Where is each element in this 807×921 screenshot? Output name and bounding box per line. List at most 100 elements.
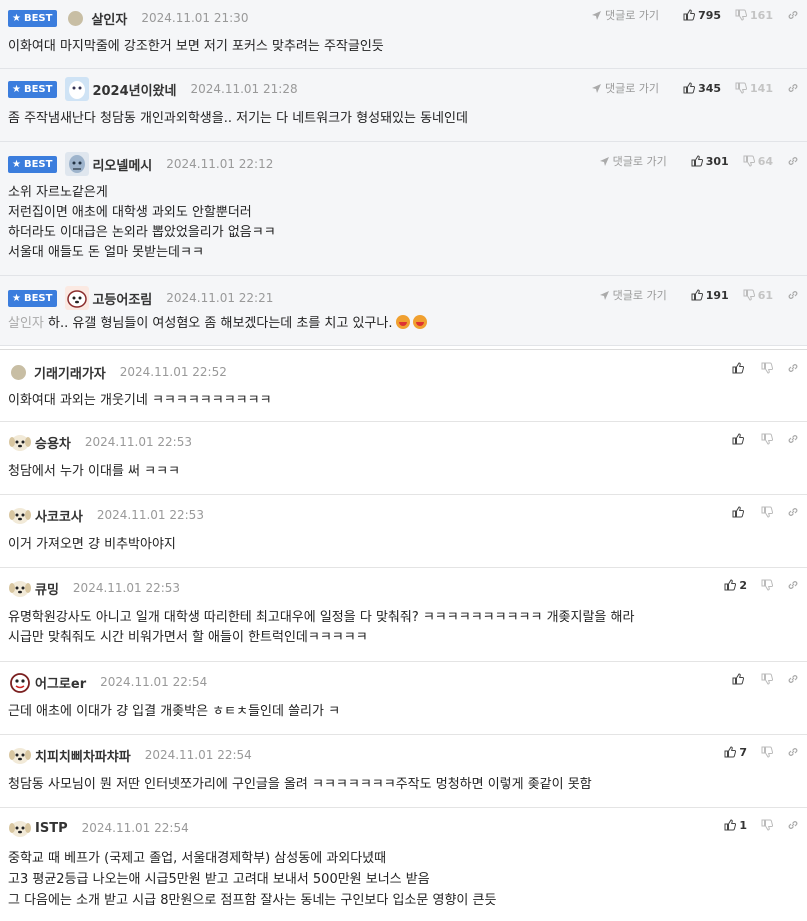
dislike-button[interactable] <box>761 506 773 518</box>
best-badge: ★ BEST <box>8 155 58 173</box>
share-link-button[interactable] <box>787 82 799 94</box>
nickname[interactable]: ISTP <box>35 821 68 836</box>
share-link-button[interactable] <box>787 9 799 21</box>
best-badge: ★ BEST <box>8 80 58 98</box>
like-button[interactable]: 795 <box>683 9 721 22</box>
star-icon: ★ <box>12 158 21 170</box>
link-icon <box>788 291 798 299</box>
nickname[interactable]: 살인자 <box>91 9 127 28</box>
share-link-button[interactable] <box>787 289 799 301</box>
nickname[interactable]: 리오넬메시 <box>92 155 152 174</box>
like-button[interactable]: 2 <box>724 579 747 592</box>
mention-nickname[interactable]: 살인자 <box>8 316 44 331</box>
dislike-count: 161 <box>750 8 773 22</box>
comment-list: ★ BEST 살인자 2024.11.01 21:30 댓글로 가기 795 16… <box>0 0 807 921</box>
share-link-button[interactable] <box>787 362 799 374</box>
comment: 치피치삐차파챠파 2024.11.01 22:54 7 청담동 사모님이 뭔 저… <box>0 735 807 808</box>
go-to-reply-link[interactable]: 댓글로 가기 <box>599 287 667 303</box>
like-count: 191 <box>705 288 729 302</box>
go-to-reply-link[interactable]: 댓글로 가기 <box>591 80 659 96</box>
dislike-button[interactable] <box>761 433 773 445</box>
ghost-avatar <box>65 77 90 101</box>
timestamp: 2024.11.01 21:30 <box>141 11 249 25</box>
link-icon <box>788 748 798 756</box>
comment: 승용차 2024.11.01 22:53 청담에서 누가 이대를 써 ㅋㅋㅋ <box>0 422 807 495</box>
dislike-button[interactable]: 161 <box>735 9 773 22</box>
dislike-button[interactable]: 141 <box>735 82 773 95</box>
comment-text-line: 유명학원강사도 아니고 일개 대학생 따리한테 최고대우에 일정을 다 맞춰줘?… <box>8 610 635 625</box>
comment-text-line: 시급만 맞춰줘도 시간 비워가면서 할 애들이 한트럭인데ㅋㅋㅋㅋㅋ <box>8 630 368 645</box>
timestamp: 2024.11.01 22:54 <box>144 748 252 762</box>
timestamp: 2024.11.01 22:53 <box>96 508 204 522</box>
nickname[interactable]: 사코코사 <box>35 506 83 525</box>
nickname[interactable]: 어그로er <box>35 673 86 692</box>
send-icon <box>591 83 601 93</box>
like-button[interactable]: 301 <box>691 155 729 168</box>
comment-text-line: 이화여대 과외는 개웃기네 ㅋㅋㅋㅋㅋㅋㅋㅋㅋㅋ <box>8 393 272 408</box>
share-link-button[interactable] <box>787 506 799 518</box>
dog-avatar <box>65 286 90 310</box>
link-icon <box>788 364 798 372</box>
comment-text-line: 그 다음에는 소개 받고 시급 8만원으로 점프함 잘사는 동네는 구인보다 입… <box>8 893 497 908</box>
messi-avatar <box>65 152 90 176</box>
link-icon <box>788 157 798 165</box>
share-link-button[interactable] <box>787 746 799 758</box>
thumbs-down-icon <box>761 506 773 518</box>
like-button[interactable] <box>732 362 747 374</box>
link-icon <box>788 84 798 92</box>
thumbs-up-icon <box>732 506 744 518</box>
comment: 기래기래가자 2024.11.01 22:52 이화여대 과외는 개웃기네 ㅋㅋ… <box>0 350 807 422</box>
dislike-button[interactable] <box>761 819 773 831</box>
nickname[interactable]: 큐밍 <box>35 579 59 598</box>
thumbs-down-icon <box>743 289 755 301</box>
thumbs-up-icon <box>724 746 737 758</box>
dislike-button[interactable] <box>761 746 773 758</box>
timestamp: 2024.11.01 22:21 <box>166 291 274 305</box>
like-button[interactable] <box>732 433 747 445</box>
like-count: 1 <box>739 818 747 832</box>
dislike-button[interactable] <box>761 579 773 591</box>
link-icon <box>788 675 798 683</box>
comment-text-line: 좀 주작냄새난다 청담동 개인과외학생을.. 저기는 다 네트워크가 형성돼있는… <box>8 111 468 126</box>
share-link-button[interactable] <box>787 433 799 445</box>
dislike-button[interactable]: 61 <box>743 289 773 302</box>
share-link-button[interactable] <box>787 155 799 167</box>
share-link-button[interactable] <box>787 673 799 685</box>
nickname[interactable]: 기래기래가자 <box>34 363 106 382</box>
comment-text-line: 중학교 때 베프가 (국제고 졸업, 서울대경제학부) 삼성동에 과외다녔때 <box>8 851 387 866</box>
nickname[interactable]: 승용차 <box>35 433 71 452</box>
like-button[interactable]: 345 <box>683 82 721 95</box>
link-icon <box>788 11 798 19</box>
share-link-button[interactable] <box>787 579 799 591</box>
like-button[interactable] <box>732 673 747 685</box>
dislike-button[interactable] <box>761 362 773 374</box>
like-count: 2 <box>739 578 747 592</box>
thumbs-down-icon <box>761 746 773 758</box>
comment-text-line: 근데 애초에 이대가 걍 입결 개좆박은 ㅎㅌㅊ들인데 쓸리가 ㅋ <box>8 704 341 719</box>
nickname[interactable]: 2024년이왔네 <box>92 80 176 99</box>
comment: 큐밍 2024.11.01 22:53 2 유명학원강사도 아니고 일개 대학생… <box>0 568 807 662</box>
like-button[interactable]: 1 <box>724 819 747 832</box>
comment-text-line: 이화여대 마지막줄에 강조한거 보면 저기 포커스 맞추려는 주작글인듯 <box>8 39 384 54</box>
dislike-count: 61 <box>757 288 773 302</box>
timestamp: 2024.11.01 22:53 <box>72 581 181 595</box>
nickname[interactable]: 치피치삐차파챠파 <box>35 746 131 765</box>
nickname[interactable]: 고등어조림 <box>92 289 152 308</box>
go-to-reply-link[interactable]: 댓글로 가기 <box>591 7 659 23</box>
go-to-reply-link[interactable]: 댓글로 가기 <box>599 153 667 169</box>
thumbs-down-icon <box>743 155 755 167</box>
star-icon: ★ <box>12 83 21 95</box>
dislike-button[interactable]: 64 <box>743 155 773 168</box>
dislike-button[interactable] <box>761 673 773 685</box>
like-button[interactable]: 7 <box>724 746 747 759</box>
best-badge: ★ BEST <box>8 9 58 27</box>
dot-avatar <box>68 10 84 26</box>
dislike-count: 64 <box>757 154 773 168</box>
like-count: 795 <box>698 8 722 22</box>
share-link-button[interactable] <box>787 819 799 831</box>
comment: 어그로er 2024.11.01 22:54 근데 애초에 이대가 걍 입결 개… <box>0 662 807 735</box>
like-button[interactable]: 191 <box>691 289 729 302</box>
best-comment: ★ BEST 2024년이왔네 2024.11.01 21:28 댓글로 가기 3… <box>0 69 807 142</box>
send-icon <box>591 10 601 20</box>
like-button[interactable] <box>732 506 747 518</box>
